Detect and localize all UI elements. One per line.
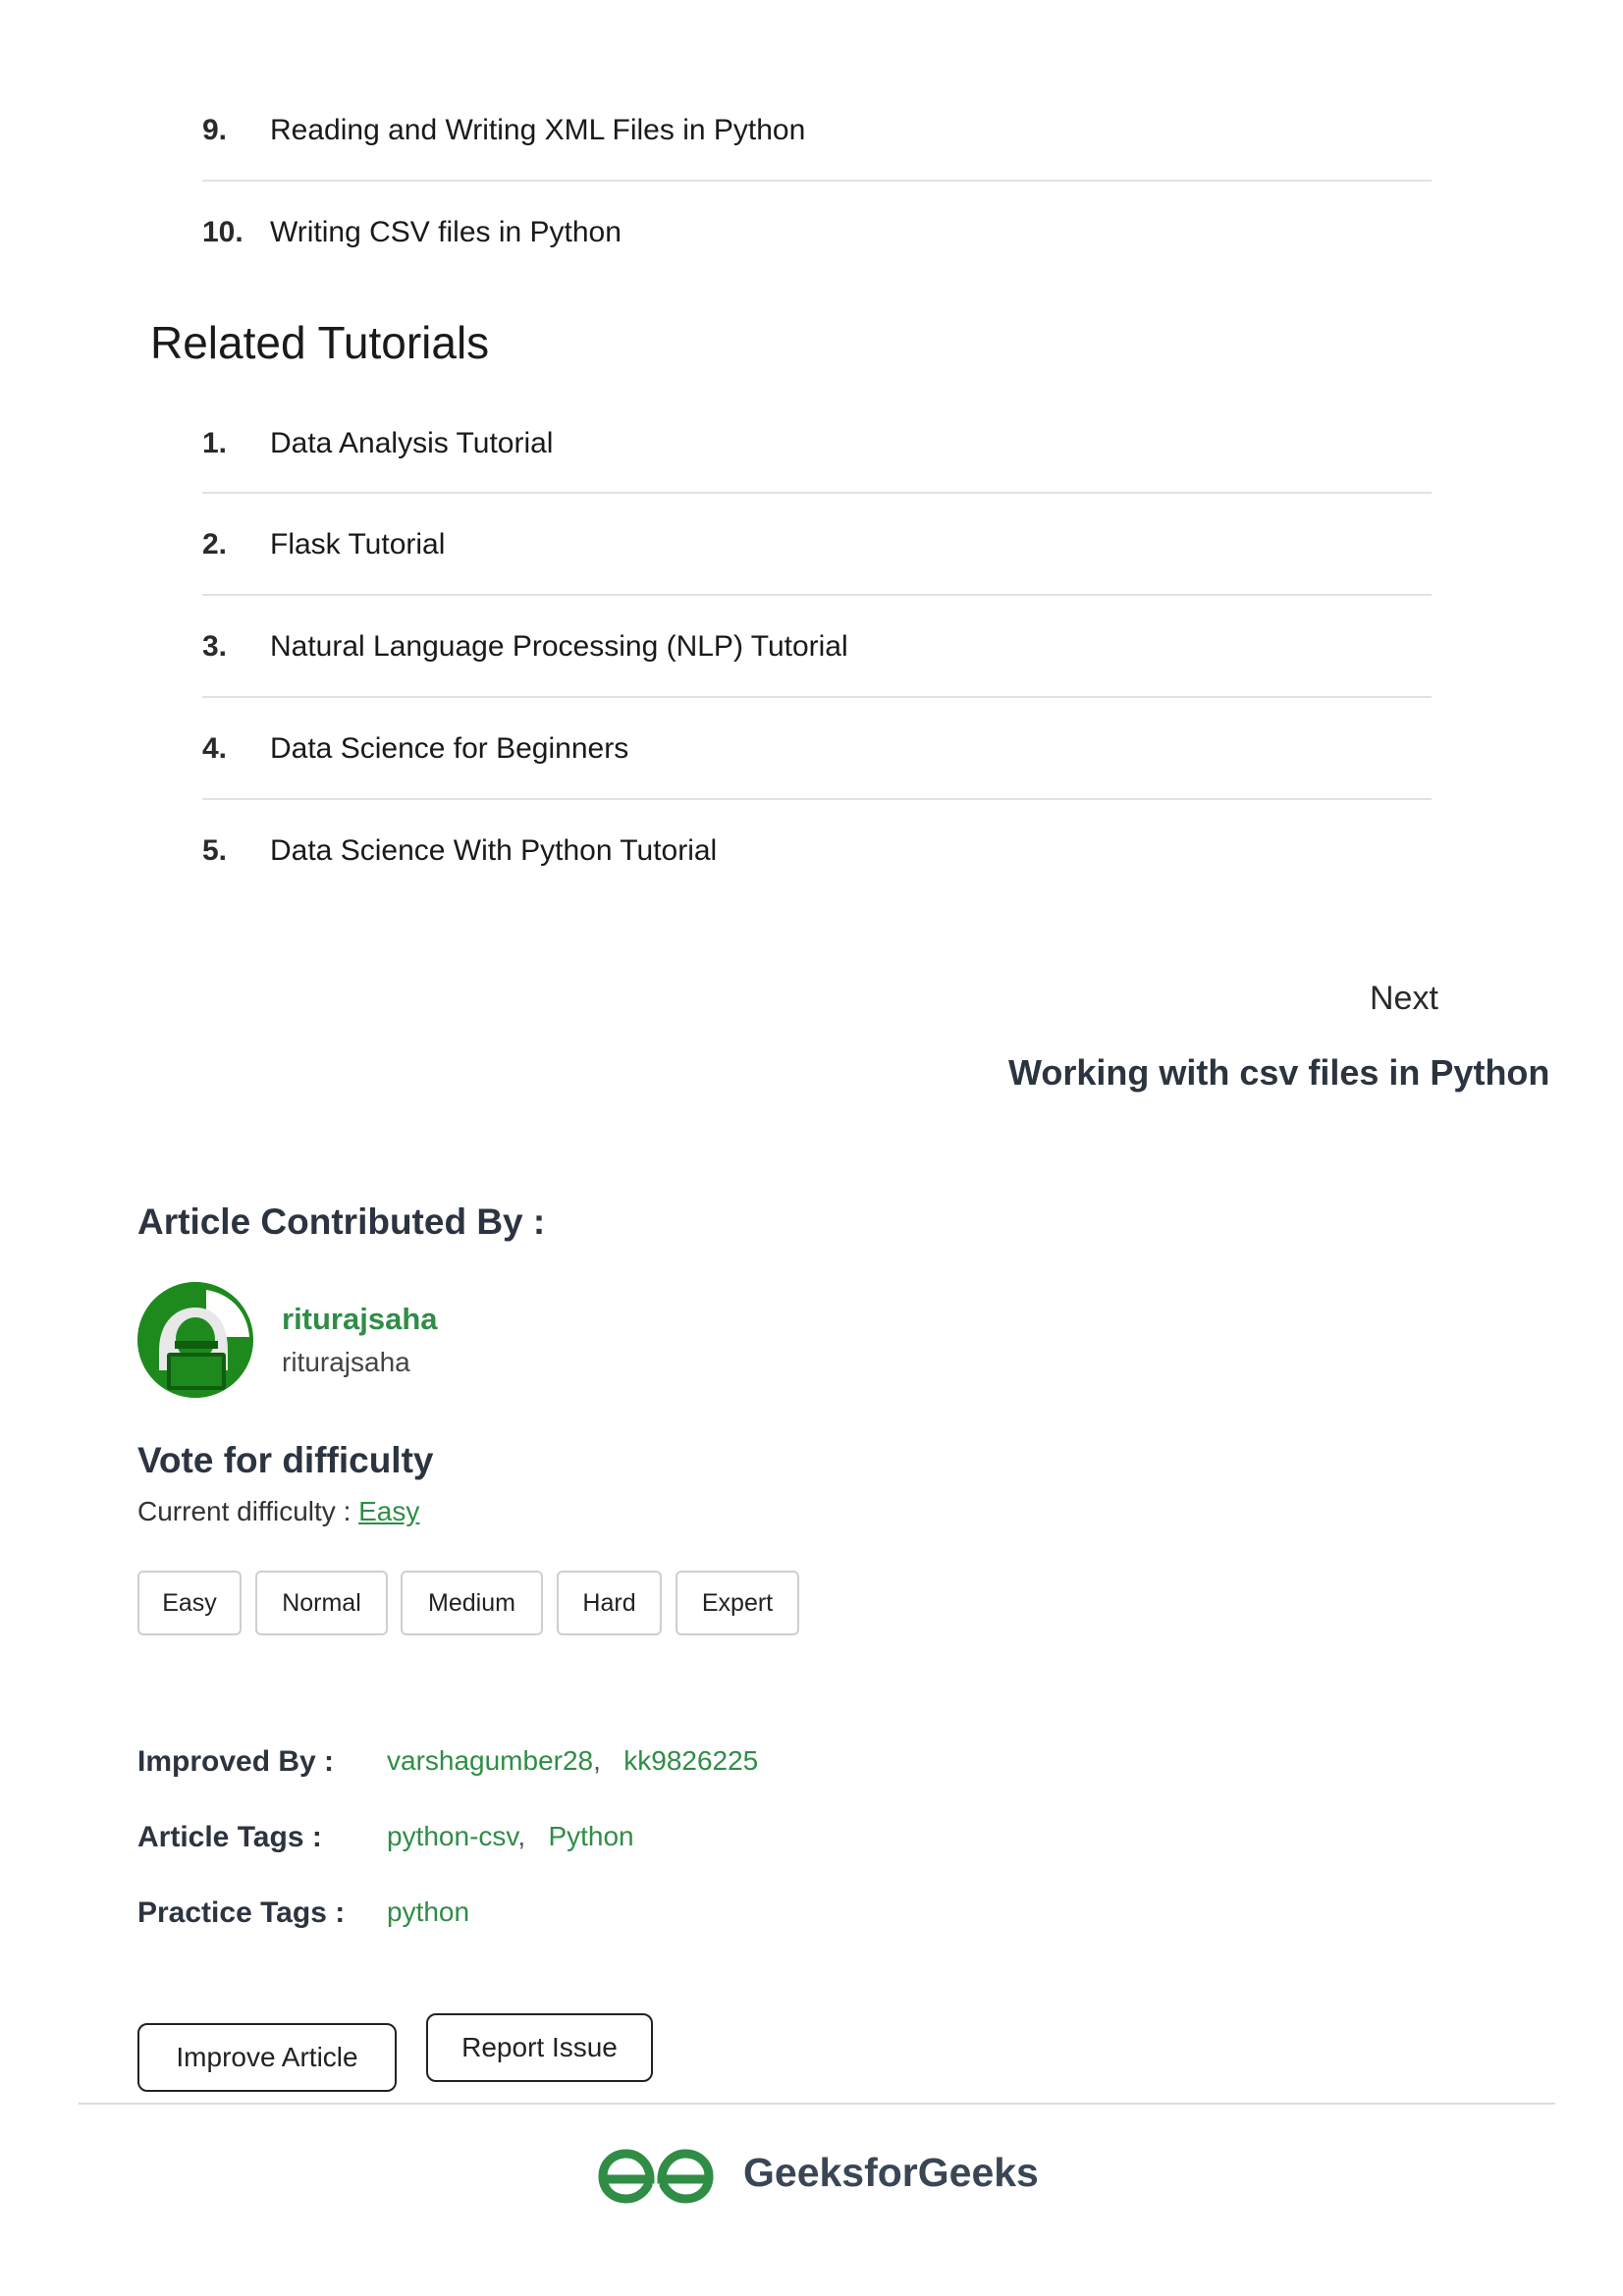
tag-link[interactable]: Python (548, 1821, 633, 1851)
report-issue-button[interactable]: Report Issue (426, 2013, 653, 2082)
practice-tags-list: python (387, 1896, 469, 1928)
improved-by-label: Improved By : (137, 1745, 335, 1778)
list-divider (202, 696, 1432, 698)
list-item-number: 10. (202, 216, 243, 248)
practice-tags-label: Practice Tags : (137, 1896, 346, 1929)
author-avatar[interactable] (137, 1282, 253, 1398)
improve-article-button[interactable]: Improve Article (137, 2023, 397, 2092)
article-tags-label: Article Tags : (137, 1821, 322, 1853)
list-item-number: 2. (202, 528, 228, 561)
list-item-link[interactable]: Writing CSV files in Python (270, 216, 622, 249)
contributor-link[interactable]: kk9826225 (623, 1745, 758, 1776)
list-item-link[interactable]: Flask Tutorial (270, 528, 445, 561)
improved-by-list: varshagumber28, kk9826225 (387, 1745, 759, 1776)
list-item-number: 3. (202, 630, 228, 663)
list-item[interactable]: 5. Data Science With Python Tutorial (202, 831, 1432, 871)
user-avatar-icon (137, 1282, 253, 1398)
author-name-link[interactable]: riturajsaha (282, 1302, 438, 1337)
list-item[interactable]: 9. Reading and Writing XML Files in Pyth… (202, 111, 1432, 150)
article-tags-list: python-csv, Python (387, 1821, 634, 1851)
list-divider (202, 180, 1432, 182)
list-item[interactable]: 2. Flask Tutorial (202, 525, 1432, 564)
list-item-number: 1. (202, 427, 228, 459)
footer-brand-name[interactable]: GeeksforGeeks (743, 2150, 1039, 2196)
contributor-heading: Article Contributed By : (137, 1201, 546, 1242)
current-difficulty: Current difficulty : Easy (137, 1496, 419, 1527)
list-divider (202, 492, 1432, 494)
footer-divider (79, 2103, 1555, 2105)
current-difficulty-value[interactable]: Easy (358, 1496, 419, 1526)
list-item-link[interactable]: Reading and Writing XML Files in Python (270, 114, 805, 147)
list-divider (202, 594, 1432, 596)
list-item-number: 5. (202, 834, 228, 867)
difficulty-normal-button[interactable]: Normal (255, 1571, 388, 1635)
list-item-link[interactable]: Natural Language Processing (NLP) Tutori… (270, 630, 848, 664)
next-article-link[interactable]: Working with csv files in Python (1008, 1052, 1549, 1094)
list-item-number: 9. (202, 114, 228, 146)
gfg-logo-icon (598, 2149, 714, 2204)
vote-difficulty-heading: Vote for difficulty (137, 1440, 434, 1480)
contributor-link[interactable]: varshagumber28 (387, 1745, 593, 1776)
list-item[interactable]: 10. Writing CSV files in Python (202, 213, 1432, 252)
related-tutorials-heading: Related Tutorials (150, 317, 490, 368)
difficulty-hard-button[interactable]: Hard (557, 1571, 662, 1635)
list-item-number: 4. (202, 732, 228, 765)
tag-link[interactable]: python-csv (387, 1821, 517, 1851)
difficulty-expert-button[interactable]: Expert (676, 1571, 799, 1635)
difficulty-easy-button[interactable]: Easy (137, 1571, 242, 1635)
list-item[interactable]: 3. Natural Language Processing (NLP) Tut… (202, 627, 1432, 667)
list-item[interactable]: 1. Data Analysis Tutorial (202, 424, 1432, 463)
footer-logo[interactable] (595, 2146, 717, 2207)
list-divider (202, 798, 1432, 800)
list-item-link[interactable]: Data Science With Python Tutorial (270, 834, 717, 868)
list-item[interactable]: 4. Data Science for Beginners (202, 729, 1432, 769)
list-item-link[interactable]: Data Science for Beginners (270, 732, 628, 766)
next-label: Next (1370, 980, 1438, 1017)
author-username: riturajsaha (282, 1347, 410, 1377)
current-difficulty-label: Current difficulty : (137, 1496, 359, 1526)
list-item-link[interactable]: Data Analysis Tutorial (270, 427, 553, 460)
difficulty-medium-button[interactable]: Medium (401, 1571, 543, 1635)
tag-link[interactable]: python (387, 1896, 469, 1927)
